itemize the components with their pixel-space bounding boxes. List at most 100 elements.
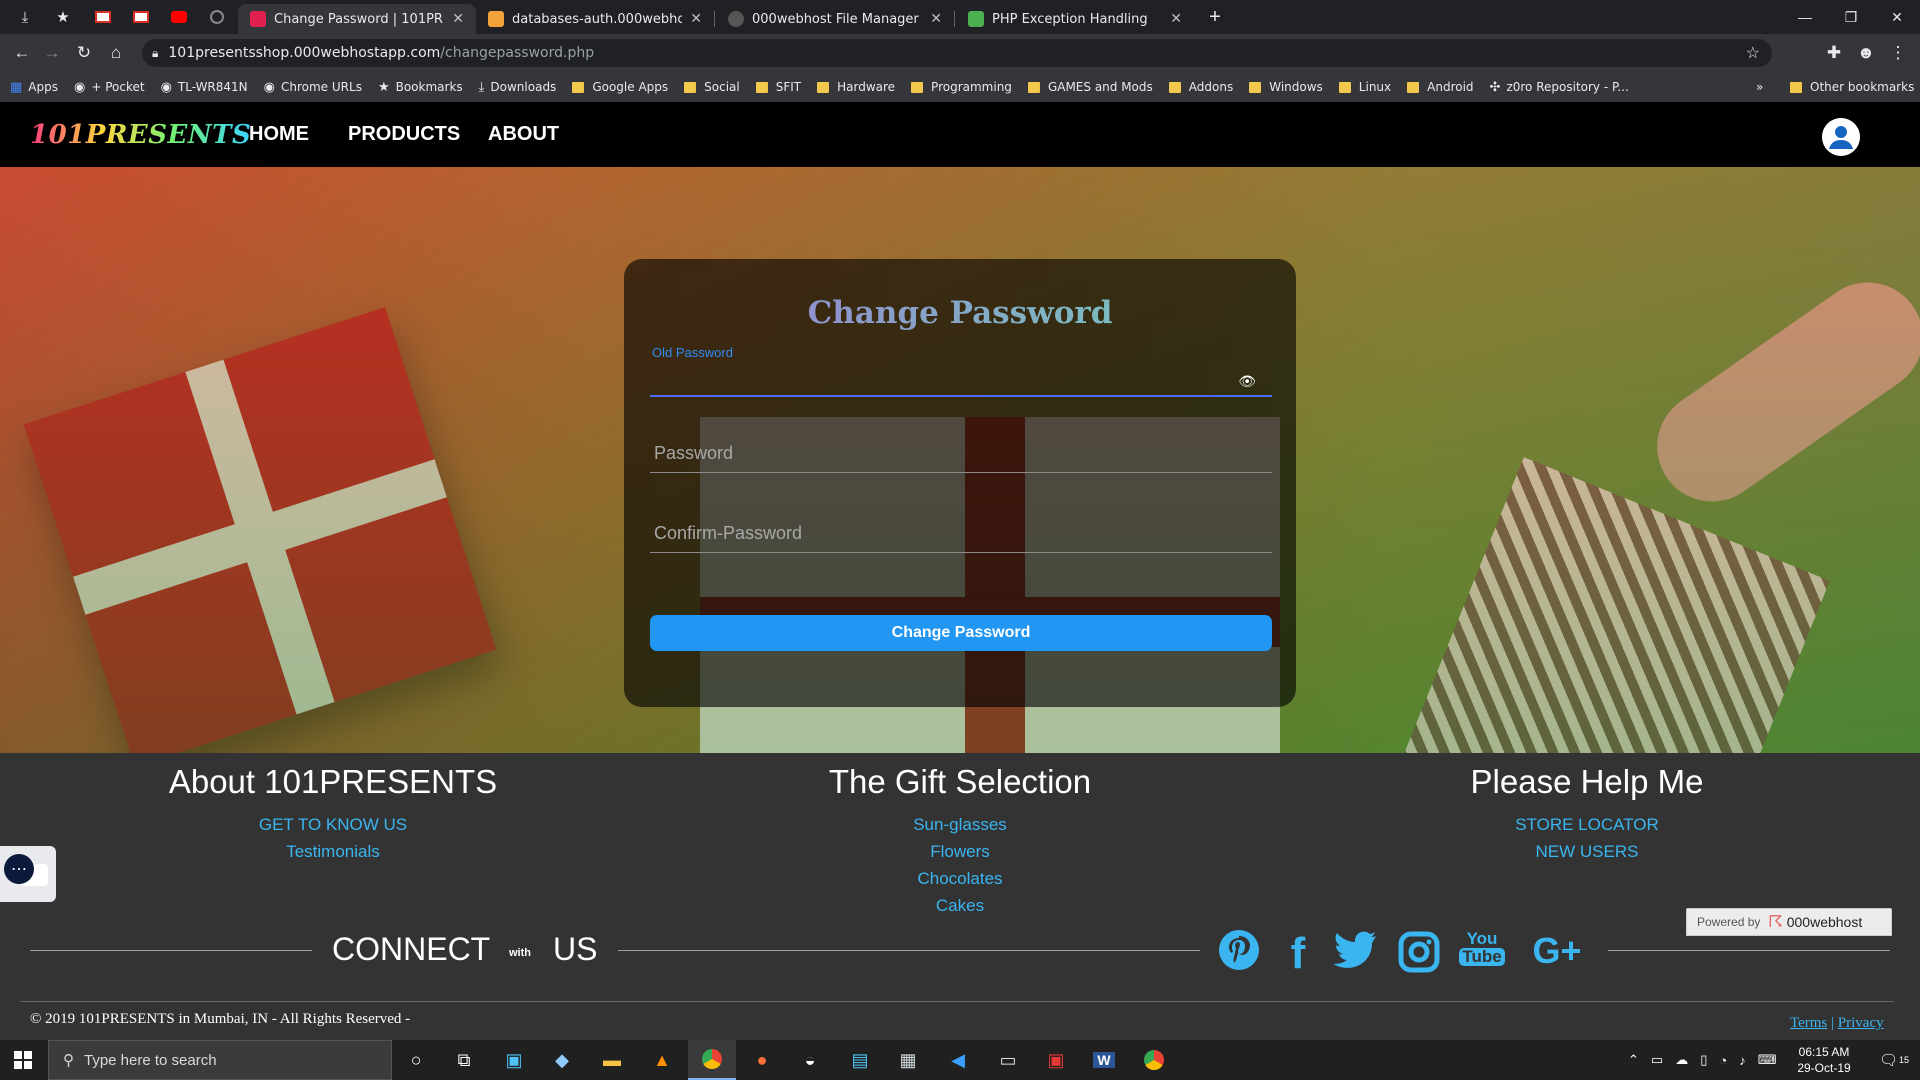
bookmark-folder-social[interactable]: Social [684, 80, 740, 94]
youtube-icon[interactable]: You Tube [1459, 925, 1505, 971]
bookmark-folder-google-apps[interactable]: Google Apps [572, 80, 668, 94]
bookmark-pocket[interactable]: ◉ + Pocket [74, 80, 145, 95]
bookmark-folder-android[interactable]: Android [1407, 80, 1474, 94]
battery-icon[interactable]: ▯ [1700, 1052, 1707, 1068]
restore-window-icon[interactable]: ❐ [1828, 0, 1874, 34]
nav-home[interactable]: HOME [249, 123, 309, 146]
gmail-pinned-tab-icon[interactable] [84, 0, 122, 34]
chat-widget[interactable]: ⋯ [0, 846, 56, 902]
bookmark-folder-windows[interactable]: Windows [1249, 80, 1323, 94]
menu-kebab-icon[interactable]: ⋮ [1884, 40, 1912, 66]
chrome-taskbar-icon[interactable] [1130, 1040, 1178, 1080]
footer-link[interactable]: Testimonials [73, 838, 593, 865]
tab-databases-auth[interactable]: databases-auth.000webhost.com ✕ [476, 4, 714, 34]
download-icon[interactable]: ⤓ [6, 0, 44, 34]
twitter-icon[interactable] [1330, 927, 1380, 973]
pinned-tab-icon[interactable] [198, 0, 236, 34]
new-tab-icon[interactable]: + [1196, 0, 1234, 34]
old-password-input[interactable]: 👁︎ [650, 367, 1272, 397]
minimize-window-icon[interactable]: — [1782, 0, 1828, 34]
app-icon[interactable]: ▣ [490, 1040, 538, 1080]
bookmark-bookmarks[interactable]: ★ Bookmarks [378, 80, 463, 95]
bookmark-folder-sfit[interactable]: SFIT [755, 80, 801, 94]
close-tab-icon[interactable]: ✕ [1170, 11, 1182, 27]
terminal-icon[interactable]: ▭ [984, 1040, 1032, 1080]
google-plus-icon[interactable]: G+ [1524, 928, 1590, 974]
youtube-pinned-tab-icon[interactable] [160, 0, 198, 34]
terms-link[interactable]: Terms [1790, 1015, 1827, 1031]
vscode-icon[interactable]: ◀ [934, 1040, 982, 1080]
footer-link[interactable]: STORE LOCATOR [1327, 811, 1847, 838]
new-password-input[interactable]: Password [650, 435, 1272, 473]
bookmark-chrome-urls[interactable]: ◉ Chrome URLs [264, 80, 362, 95]
forward-icon[interactable]: → [38, 40, 66, 66]
bookmark-z0ro-repository[interactable]: ✣ z0ro Repository - P... [1490, 80, 1629, 95]
star-pinned-icon[interactable]: ★ [44, 0, 82, 34]
footer-link[interactable]: Sun-glasses [700, 811, 1220, 838]
nav-products[interactable]: PRODUCTS [348, 123, 460, 146]
app-icon[interactable]: ◆ [538, 1040, 586, 1080]
onedrive-icon[interactable]: ☁ [1675, 1052, 1688, 1068]
app-icon[interactable]: ▤ [836, 1040, 884, 1080]
firefox-icon[interactable]: ● [738, 1040, 786, 1080]
taskbar-search-box[interactable]: ⚲ Type here to search [48, 1040, 392, 1080]
bookmark-star-icon[interactable]: ☆ [1746, 43, 1760, 63]
home-icon[interactable]: ⌂ [102, 40, 130, 66]
tab-file-manager[interactable]: 000webhost File Manager ✕ [716, 4, 954, 34]
change-password-button[interactable]: Change Password [650, 615, 1272, 651]
volume-icon[interactable]: ♪ [1739, 1053, 1746, 1068]
footer-link[interactable]: Chocolates [700, 865, 1220, 892]
instagram-icon[interactable] [1396, 929, 1442, 975]
task-view-icon[interactable]: ⧉ [440, 1040, 488, 1080]
cortana-icon[interactable]: ○ [392, 1040, 440, 1080]
bookmark-folder-hardware[interactable]: Hardware [817, 80, 895, 94]
network-icon[interactable]: ◔ [1719, 1053, 1727, 1068]
extensions-puzzle-icon[interactable]: ✚ [1820, 40, 1848, 66]
footer-link[interactable]: GET TO KNOW US [73, 811, 593, 838]
bookmark-folder-games[interactable]: GAMES and Mods [1027, 80, 1153, 94]
chrome-taskbar-icon[interactable] [688, 1040, 736, 1080]
bookmark-tl-wr841n[interactable]: ◉ TL-WR841N [161, 80, 248, 95]
site-logo[interactable]: 101PRESENTS [30, 120, 251, 150]
bookmark-folder-linux[interactable]: Linux [1338, 80, 1391, 94]
footer-link[interactable]: NEW USERS [1327, 838, 1847, 865]
bookmarks-overflow-icon[interactable]: » [1756, 80, 1763, 94]
file-explorer-icon[interactable]: ▬ [588, 1040, 636, 1080]
tab-change-password[interactable]: Change Password | 101PRESENTS ✕ [238, 4, 476, 34]
bookmark-folder-addons[interactable]: Addons [1168, 80, 1233, 94]
nav-about[interactable]: ABOUT [488, 123, 559, 146]
bookmark-downloads[interactable]: ⤓ Downloads [479, 80, 557, 95]
powered-by-badge[interactable]: Powered by ☈ 000webhost [1686, 908, 1892, 936]
taskbar-clock[interactable]: 06:15 AM 29-Oct-19 [1788, 1044, 1860, 1076]
bookmark-folder-programming[interactable]: Programming [911, 80, 1012, 94]
user-avatar-icon[interactable] [1822, 118, 1860, 156]
close-tab-icon[interactable]: ✕ [452, 11, 464, 27]
tray-chevron-icon[interactable]: ⌃ [1628, 1052, 1639, 1068]
tab-php-exception[interactable]: PHP Exception Handling ✕ [956, 4, 1194, 34]
word-icon[interactable]: W [1080, 1040, 1128, 1080]
footer-link[interactable]: Flowers [700, 838, 1220, 865]
eye-icon[interactable]: 👁︎ [1238, 373, 1256, 390]
keyboard-icon[interactable]: ⌨ [1758, 1052, 1777, 1068]
windows-start-icon[interactable] [0, 1040, 46, 1080]
close-window-icon[interactable]: ✕ [1874, 0, 1920, 34]
bookmark-apps[interactable]: ▦ Apps [10, 80, 58, 95]
address-bar[interactable]: 🔒︎ 101presentsshop.000webhostapp.com/cha… [142, 39, 1772, 67]
close-tab-icon[interactable]: ✕ [690, 11, 702, 27]
app-icon[interactable]: ▣ [1032, 1040, 1080, 1080]
pinterest-icon[interactable] [1216, 927, 1262, 973]
facebook-icon[interactable]: f [1280, 929, 1316, 978]
confirm-password-input[interactable]: Confirm-Password [650, 515, 1272, 553]
notification-center-icon[interactable]: 🗨︎ 15 [1874, 1040, 1914, 1080]
close-tab-icon[interactable]: ✕ [930, 11, 942, 27]
app-icon[interactable]: ▦ [884, 1040, 932, 1080]
profile-icon[interactable]: ☻ [1852, 40, 1880, 66]
vlc-icon[interactable]: ▲ [638, 1040, 686, 1080]
bookmark-other-bookmarks[interactable]: Other bookmarks [1790, 80, 1914, 94]
footer-link[interactable]: Cakes [700, 892, 1220, 919]
privacy-link[interactable]: Privacy [1838, 1015, 1884, 1031]
reload-icon[interactable]: ↻ [70, 40, 98, 66]
app-icon[interactable]: ◒ [786, 1040, 834, 1080]
gmail-pinned-tab-icon[interactable] [122, 0, 160, 34]
tray-app-icon[interactable]: ▭ [1651, 1052, 1663, 1068]
